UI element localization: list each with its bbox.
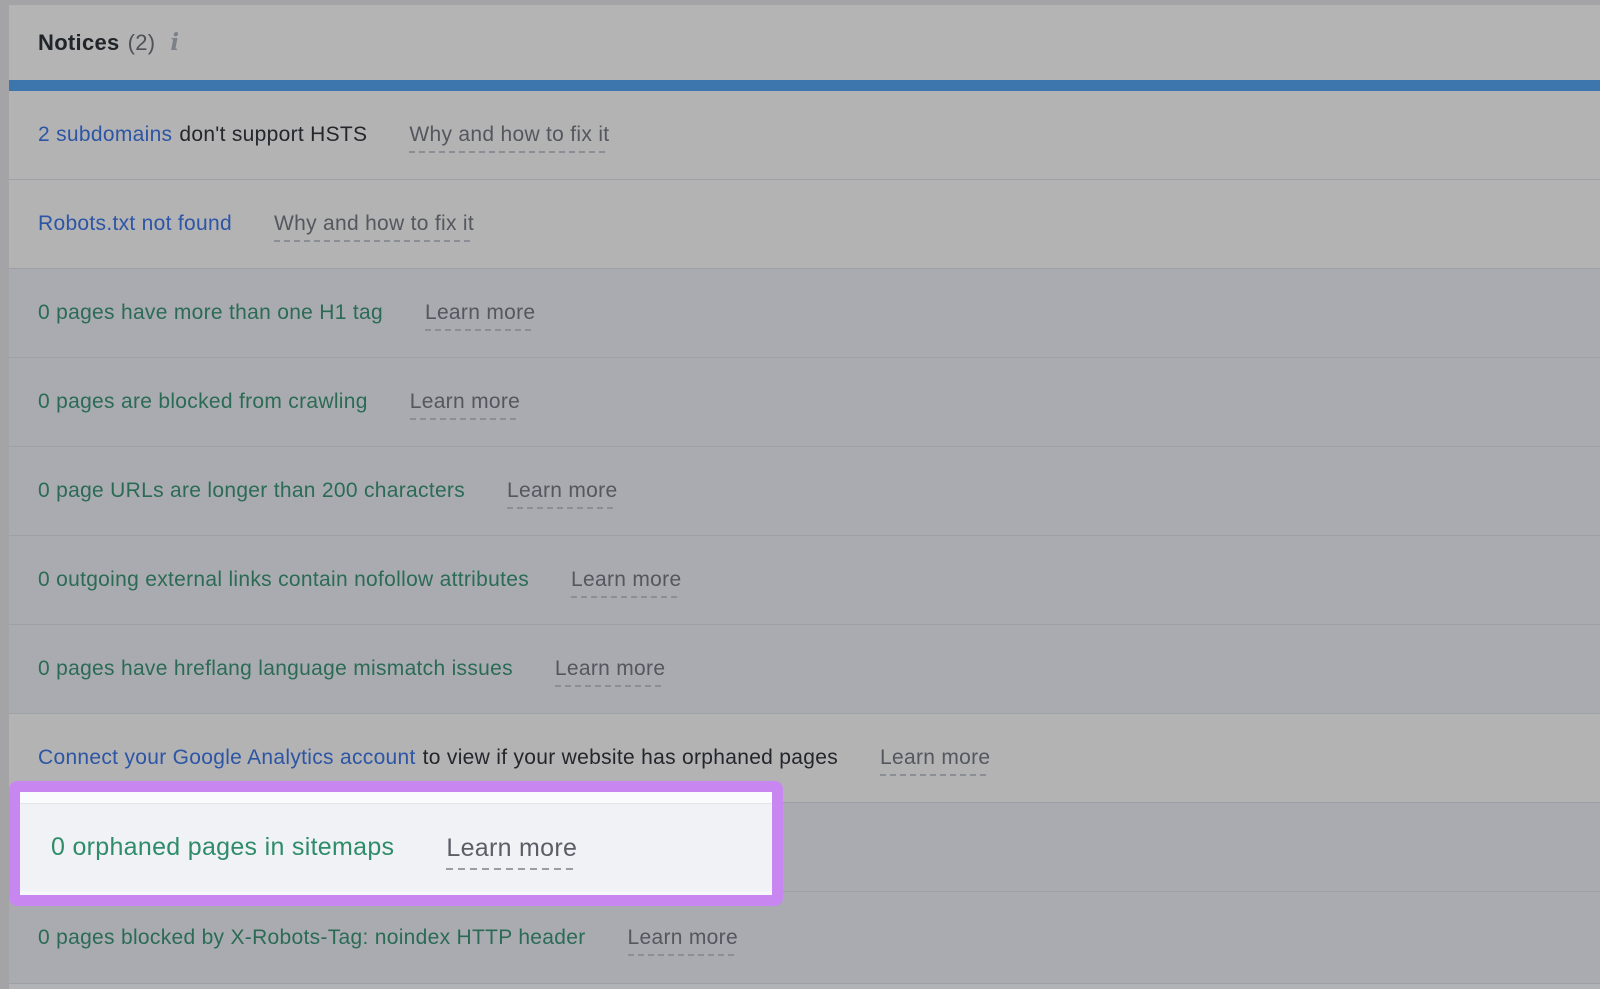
blocked-crawling-text: 0 pages are blocked from crawling [38,390,368,414]
panel-title: Notices [38,30,120,56]
notice-row-robots-txt: Robots.txt not found Why and how to fix … [9,179,1600,268]
hsts-subdomains-link[interactable]: 2 subdomains [38,123,172,147]
connect-google-analytics-link[interactable]: Connect your Google Analytics account [38,746,416,770]
hsts-fix-link[interactable]: Why and how to fix it [409,123,609,153]
notices-count: (2) [128,30,156,56]
robots-txt-fix-link[interactable]: Why and how to fix it [274,212,474,242]
highlight-top-strip [20,792,772,804]
google-analytics-description: to view if your website has orphaned pag… [423,746,838,770]
google-analytics-learn-more[interactable]: Learn more [880,746,990,776]
info-icon[interactable]: i [170,29,179,56]
multiple-h1-text: 0 pages have more than one H1 tag [38,301,383,325]
nofollow-text: 0 outgoing external links contain nofoll… [38,568,529,592]
notice-row-long-urls: 0 page URLs are longer than 200 characte… [9,446,1600,535]
hreflang-mismatch-text: 0 pages have hreflang language mismatch … [38,657,513,681]
notices-header: Notices (2) i [9,5,1600,80]
notice-row-hreflang-mismatch: 0 pages have hreflang language mismatch … [9,624,1600,713]
tutorial-highlight-box: 0 orphaned pages in sitemaps Learn more [9,781,783,906]
long-urls-learn-more[interactable]: Learn more [507,479,617,509]
multiple-h1-learn-more[interactable]: Learn more [425,301,535,331]
highlight-bottom-strip [20,891,772,895]
orphaned-sitemaps-text: 0 orphaned pages in sitemaps [51,833,394,862]
orphaned-sitemaps-learn-more[interactable]: Learn more [446,834,577,870]
long-urls-text: 0 page URLs are longer than 200 characte… [38,479,465,503]
hsts-description: don't support HSTS [179,123,367,147]
nofollow-learn-more[interactable]: Learn more [571,568,681,598]
next-row-sliver [9,983,1600,989]
notice-row-nofollow: 0 outgoing external links contain nofoll… [9,535,1600,624]
hreflang-mismatch-learn-more[interactable]: Learn more [555,657,665,687]
highlighted-orphaned-sitemaps-row: 0 orphaned pages in sitemaps Learn more [20,804,772,891]
x-robots-text: 0 pages blocked by X-Robots-Tag: noindex… [38,926,586,950]
notice-row-multiple-h1: 0 pages have more than one H1 tag Learn … [9,268,1600,357]
notice-row-blocked-crawling: 0 pages are blocked from crawling Learn … [9,357,1600,446]
notice-row-hsts: 2 subdomains don't support HSTS Why and … [9,91,1600,179]
x-robots-learn-more[interactable]: Learn more [628,926,738,956]
blocked-crawling-learn-more[interactable]: Learn more [410,390,520,420]
notices-accent-bar [9,80,1600,91]
robots-txt-link[interactable]: Robots.txt not found [38,212,232,236]
